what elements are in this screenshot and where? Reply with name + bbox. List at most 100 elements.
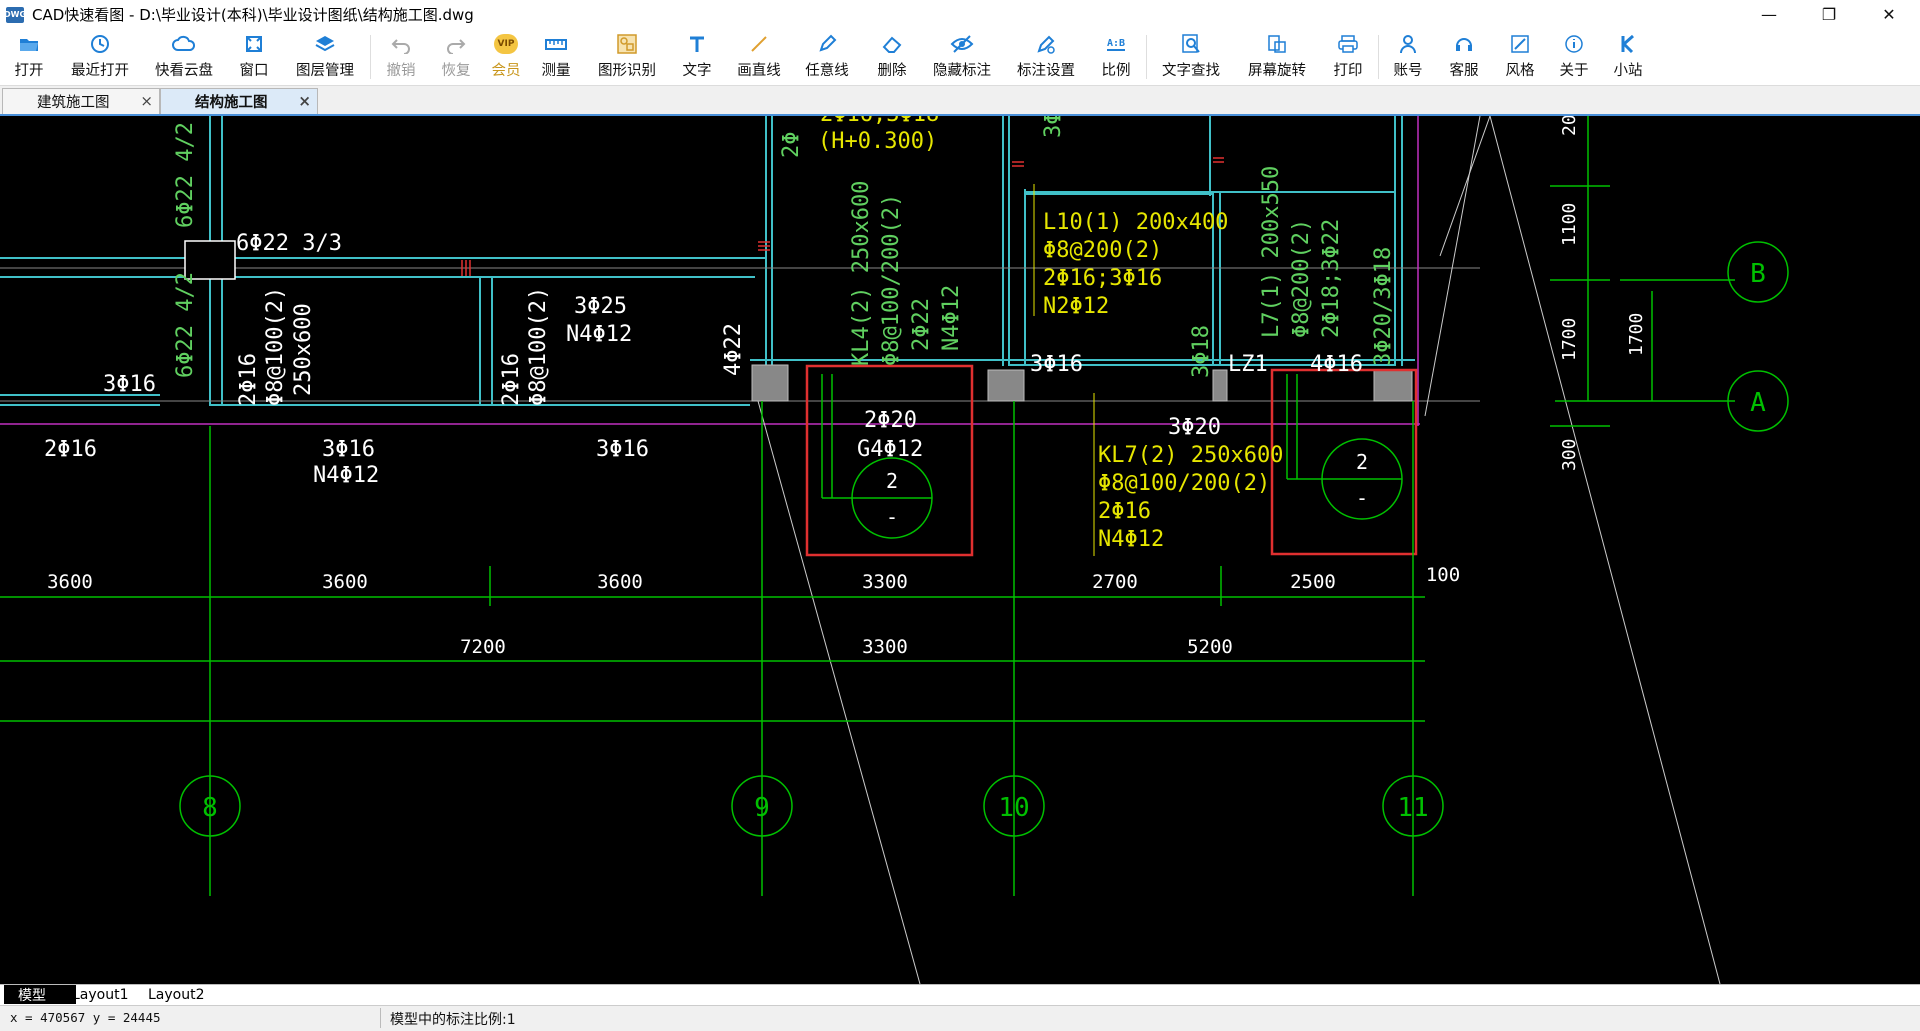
tab-architectural[interactable]: 建筑施工图 × [2,88,160,114]
dim-1100: 1100 [1559,203,1580,246]
print-button[interactable]: 打印 [1330,31,1366,83]
pen-gear-icon [1033,31,1059,57]
rebar-text: 2Φ16 [1098,499,1151,524]
elevation-text: (H+0.300) [818,129,937,154]
section-number: 2 [1356,450,1368,474]
headset-icon [1451,31,1477,57]
vip-button[interactable]: VIP 会员 [488,31,524,83]
redo-button[interactable]: 恢复 [437,31,475,83]
tab-close-icon[interactable]: × [140,92,153,110]
maximize-button[interactable]: ❐ [1806,0,1852,29]
section-sub: - [886,505,898,529]
freehand-button[interactable]: 任意线 [802,31,852,83]
rebar-text: Φ8@100(2) [263,287,288,406]
rebar-text: 2Φ20 [864,408,917,433]
recognize-button[interactable]: 图形识别 [594,31,660,83]
cad-drawing[interactable]: 8 9 10 11 B A 3600 3600 3600 3300 2700 2… [0,116,1920,984]
toolbar-divider [1146,35,1147,79]
shape-recognize-icon [614,31,640,57]
site-button[interactable]: 小站 [1610,31,1646,83]
rebar-text: 3Φ16 [596,437,649,462]
service-button[interactable]: 客服 [1446,31,1482,83]
delete-label: 删除 [877,63,907,79]
close-button[interactable]: ✕ [1866,0,1912,29]
scale-icon-text: A:B [1106,37,1126,51]
hide-annotation-label: 隐藏标注 [933,63,991,79]
cloud-label: 快看云盘 [155,63,213,79]
find-text-button[interactable]: 文字查找 [1158,31,1224,83]
clock-icon [87,31,113,57]
dim-1700-a: 1700 [1559,318,1580,361]
rebar-text: N4Φ12 [566,322,632,347]
column-label: LZ1 [1228,352,1268,377]
open-label: 打开 [14,63,44,79]
redo-icon [443,31,469,57]
measure-button[interactable]: 测量 [538,31,574,83]
style-brush-icon [1507,31,1533,57]
rebar-text: Φ8@100/200(2) [1098,471,1270,496]
tab-structural[interactable]: 结构施工图 × [160,88,318,114]
axis-label-9: 9 [754,793,770,823]
account-button[interactable]: 账号 [1390,31,1426,83]
layers-button[interactable]: 图层管理 [290,31,360,83]
tab-model[interactable]: 模型 [4,985,76,1004]
about-button[interactable]: 关于 [1556,31,1592,83]
rebar-text: 2Φ16;3Φ16 [1043,266,1162,291]
open-button[interactable]: 打开 [8,31,50,83]
rebar-text: 2Φ16 [236,353,261,406]
rebar-text: 3Φ16 [1030,352,1083,377]
tab-layout1[interactable]: Layout1 [72,985,138,1004]
rotate-screen-label: 屏幕旋转 [1248,63,1306,79]
delete-button[interactable]: 删除 [874,31,910,83]
tab-layout2[interactable]: Layout2 [148,985,214,1004]
dim-100: 100 [1426,564,1460,586]
section-number: 2 [886,469,898,493]
rebar-text: 2Φ16;3Φ18 [820,116,939,127]
axis-label-b: B [1750,259,1766,289]
status-divider [380,1008,381,1028]
text-label: 文字 [682,63,712,79]
rebar-text: 2Φ16 [499,353,524,406]
beam-size: 250x600 [291,303,316,396]
dim-1700-b: 1700 [1626,313,1647,356]
rebar-text: 3Φ18 [1189,325,1214,378]
rebar-text: 3Φ16 [322,437,375,462]
text-button[interactable]: 文字 [680,31,714,83]
layers-icon [312,31,338,57]
section-sub: - [1356,486,1368,510]
app-icon: DWG [4,6,26,23]
dim-3600-c: 3600 [597,571,643,593]
hide-annotation-button[interactable]: 隐藏标注 [930,31,994,83]
undo-button[interactable]: 撤销 [382,31,420,83]
tab-close-icon[interactable]: × [298,92,311,110]
rebar-text: Φ8@100/200(2) [879,194,904,366]
rebar-text: 3Φ16 [103,372,156,397]
axis-bubble-labels: 8 9 10 11 B A [202,259,1766,823]
freehand-label: 任意线 [805,63,849,79]
rebar-text: 4Φ22 [721,323,746,376]
redo-label: 恢复 [441,63,471,79]
text-t-icon [684,31,710,57]
drawing-canvas[interactable]: 8 9 10 11 B A 3600 3600 3600 3300 2700 2… [0,116,1920,984]
toolbar-divider [1378,35,1379,79]
dimension-texts: 3600 3600 3600 3300 2700 2500 7200 3300 … [47,564,1460,658]
recent-button[interactable]: 最近打开 [66,31,134,83]
scale-label: 比例 [1101,63,1131,79]
account-label: 账号 [1393,63,1423,79]
rotate-icon [1264,31,1290,57]
vip-badge-text: VIP [494,34,518,54]
window-button[interactable]: 窗口 [234,31,274,83]
annotation-settings-label: 标注设置 [1017,63,1075,79]
scale-button[interactable]: A:B 比例 [1098,31,1134,83]
axis-label-a: A [1750,388,1766,418]
rotate-screen-button[interactable]: 屏幕旋转 [1244,31,1310,83]
minimize-button[interactable]: — [1746,0,1792,29]
find-text-label: 文字查找 [1162,63,1220,79]
annotation-settings-button[interactable]: 标注设置 [1014,31,1078,83]
measure-label: 测量 [541,63,571,79]
draw-line-button[interactable]: 画直线 [734,31,784,83]
scale-ratio-icon: A:B [1103,31,1129,57]
about-label: 关于 [1559,63,1589,79]
style-button[interactable]: 风格 [1502,31,1538,83]
cloud-button[interactable]: 快看云盘 [150,31,218,83]
